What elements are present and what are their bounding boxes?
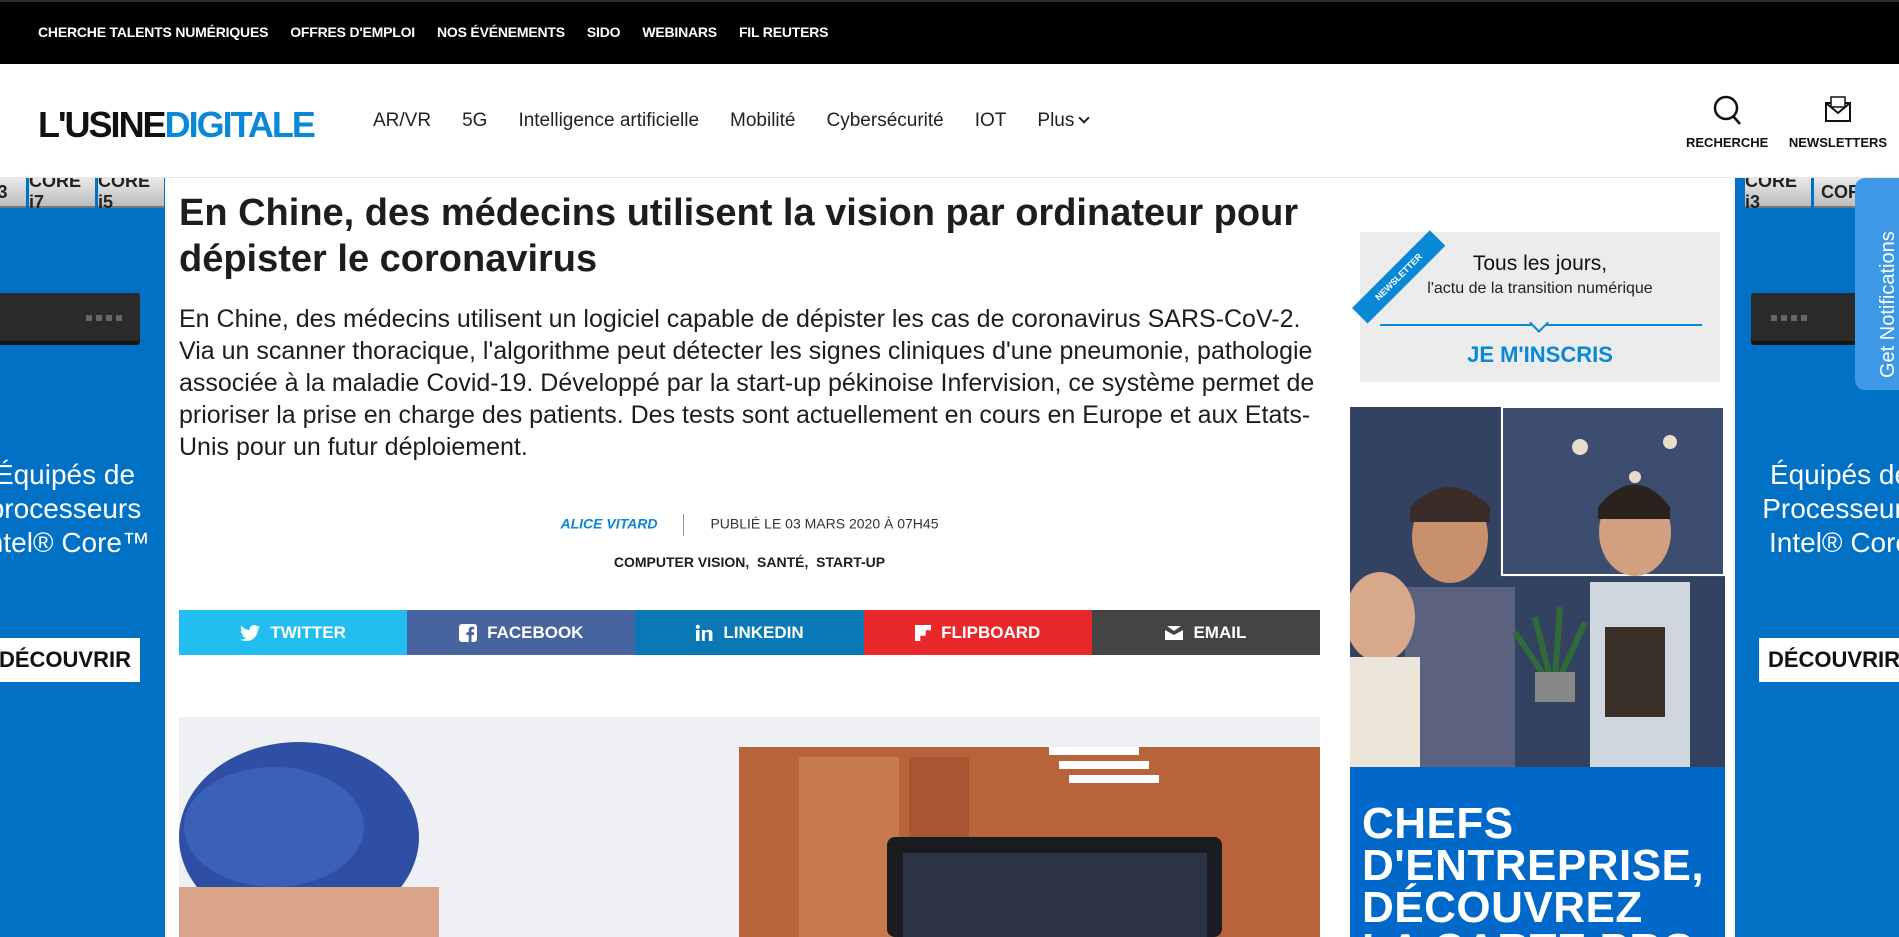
- right-ad-text: Équipés de Processeurs Intel® Core: [1762, 459, 1899, 558]
- meta-divider: [683, 514, 685, 536]
- top-nav-reuters[interactable]: FIL REUTERS: [739, 24, 829, 40]
- article-lead: En Chine, des médecins utilisent un logi…: [179, 305, 1315, 461]
- left-side-ad[interactable]: i3 CORE i7 CORE i5 Équipés de processeur…: [0, 178, 165, 937]
- linkedin-icon: [695, 624, 713, 642]
- nav-more[interactable]: Plus: [1037, 110, 1091, 132]
- share-flipboard-label: FLIPBOARD: [941, 622, 1041, 642]
- share-facebook-button[interactable]: FACEBOOK: [407, 610, 636, 655]
- left-ad-text: Équipés de processeurs Intel® Core™: [0, 459, 151, 558]
- top-nav-events[interactable]: NOS ÉVÉNEMENTS: [437, 24, 565, 40]
- desktop-pc-image: [0, 293, 140, 341]
- newsletter-subscribe-button[interactable]: JE M'INSCRIS: [1360, 342, 1720, 368]
- right-ad-discover-button[interactable]: DÉCOUVRIR: [1759, 638, 1899, 682]
- share-bar: TWITTER FACEBOOK LINKEDIN FLIPBOARD EMAI…: [179, 610, 1321, 655]
- publish-date: PUBLIÉ LE 03 MARS 2020 À 07H45: [710, 515, 939, 532]
- tag-start-up[interactable]: START-UP: [816, 554, 885, 570]
- newsletter-line2: l'actu de la transition numérique: [1427, 280, 1653, 297]
- logo-part1: L'USINE: [38, 104, 167, 145]
- newsletters-label: NEWSLETTERS: [1788, 135, 1888, 150]
- ad-photo: [1350, 407, 1725, 767]
- top-bar: CHERCHE TALENTS NUMÉRIQUES OFFRES D'EMPL…: [0, 0, 1899, 64]
- share-email-label: EMAIL: [1193, 622, 1247, 642]
- chevron-down-icon: [1078, 112, 1091, 124]
- left-ad-discover-button[interactable]: DÉCOUVRIR: [0, 638, 140, 682]
- main-nav: AR/VR 5G Intelligence artificielle Mobil…: [373, 110, 1119, 132]
- envelope-icon: [1825, 96, 1851, 122]
- badge-core-i7: CORE i7: [29, 178, 95, 212]
- badge-core-i3: CORE i3: [1745, 178, 1811, 212]
- share-email-button[interactable]: EMAIL: [1091, 610, 1321, 655]
- nav-cybersecurity[interactable]: Cybersécurité: [827, 110, 944, 132]
- top-nav: CHERCHE TALENTS NUMÉRIQUES OFFRES D'EMPL…: [38, 24, 850, 40]
- badge-core-i5: CORE i5: [98, 178, 164, 212]
- nav-more-label: Plus: [1037, 110, 1075, 131]
- nav-ar-vr[interactable]: AR/VR: [373, 110, 431, 132]
- article: En Chine, des médecins utilisent la visi…: [179, 190, 1321, 655]
- site-header: L'USINEDIGITALE AR/VR 5G Intelligence ar…: [0, 64, 1899, 178]
- doctor-screen-illustration: [179, 717, 1320, 937]
- article-photo: [179, 717, 1320, 937]
- site-logo[interactable]: L'USINEDIGITALE: [38, 104, 316, 146]
- newsletters-button[interactable]: NEWSLETTERS: [1788, 94, 1888, 150]
- tag-computer-vision[interactable]: COMPUTER VISION: [614, 554, 745, 570]
- email-icon: [1165, 625, 1184, 640]
- search-icon: [1713, 95, 1741, 125]
- newsletter-signup-box: NEWSLETTER Tous les jours, l'actu de la …: [1352, 230, 1720, 382]
- ad-headline: CHEFS D'ENTREPRISE, DÉCOUVREZ LA CARTE P…: [1362, 799, 1705, 937]
- share-flipboard-button[interactable]: FLIPBOARD: [863, 610, 1092, 655]
- newsletter-line1: Tous les jours,: [1472, 252, 1608, 275]
- search-label: RECHERCHE: [1686, 135, 1769, 150]
- nav-iot[interactable]: IOT: [975, 110, 1007, 132]
- search-button[interactable]: RECHERCHE: [1686, 94, 1768, 150]
- newsletter-ribbon: NEWSLETTER: [1352, 230, 1446, 324]
- share-twitter-label: TWITTER: [270, 622, 346, 642]
- get-notifications-tab[interactable]: Get Notifications: [1855, 178, 1899, 390]
- ad-blue-panel: CHEFS D'ENTREPRISE, DÉCOUVREZ LA CARTE P…: [1350, 767, 1725, 937]
- logo-part2: DIGITALE: [164, 104, 316, 145]
- facebook-icon: [459, 623, 478, 642]
- top-nav-webinars[interactable]: WEBINARS: [642, 24, 717, 40]
- share-linkedin-button[interactable]: LINKEDIN: [635, 610, 864, 655]
- flipboard-icon: [915, 624, 932, 641]
- badge-i3: i3: [0, 178, 26, 208]
- notifications-label: Get Notifications: [1877, 231, 1899, 378]
- top-nav-jobs[interactable]: OFFRES D'EMPLOI: [290, 24, 415, 40]
- author-link[interactable]: ALICE VITARD: [561, 516, 658, 532]
- share-linkedin-label: LINKEDIN: [723, 622, 804, 642]
- nav-ai[interactable]: Intelligence artificielle: [518, 110, 699, 132]
- nav-mobility[interactable]: Mobilité: [730, 110, 795, 132]
- share-facebook-label: FACEBOOK: [487, 622, 584, 642]
- article-title: En Chine, des médecins utilisent la visi…: [179, 192, 1299, 280]
- twitter-icon: [240, 624, 261, 641]
- tag-sante[interactable]: SANTÉ: [757, 554, 804, 570]
- article-tags: COMPUTER VISION, SANTÉ, START-UP: [613, 554, 886, 570]
- right-column-ad[interactable]: CHEFS D'ENTREPRISE, DÉCOUVREZ LA CARTE P…: [1350, 407, 1725, 937]
- top-nav-sido[interactable]: SIDO: [587, 24, 621, 40]
- processor-badges: i3 CORE i7 CORE i5: [0, 178, 165, 212]
- share-twitter-button[interactable]: TWITTER: [179, 610, 408, 655]
- top-nav-talents[interactable]: CHERCHE TALENTS NUMÉRIQUES: [38, 24, 268, 40]
- article-meta: ALICE VITARD PUBLIÉ LE 03 MARS 2020 À 07H…: [179, 514, 1320, 536]
- nav-5g[interactable]: 5G: [462, 110, 487, 132]
- chevron-down-icon: [1529, 313, 1549, 333]
